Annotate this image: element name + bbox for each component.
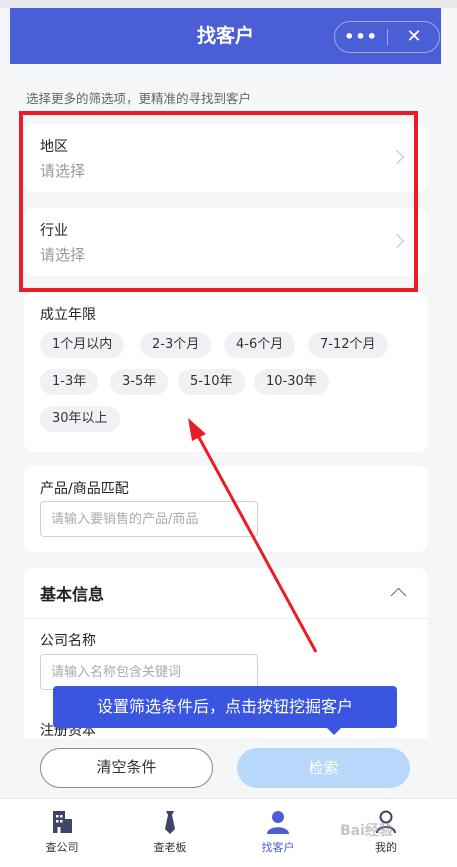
search-button[interactable]: 检索: [237, 748, 410, 788]
industry-value: 请选择: [40, 246, 86, 264]
product-input[interactable]: [41, 502, 257, 536]
region-label: 地区: [40, 139, 68, 155]
industry-field[interactable]: 行业 请选择: [24, 208, 428, 276]
close-icon[interactable]: ✕: [388, 22, 440, 52]
company-name-label: 公司名称: [40, 633, 96, 649]
product-label: 产品/商品匹配: [40, 481, 129, 497]
watermark: Bai经验: [340, 823, 393, 839]
section-divider: [24, 618, 428, 619]
established-option[interactable]: 10-30年: [254, 369, 329, 395]
product-section: 产品/商品匹配: [24, 466, 428, 552]
established-option[interactable]: 30年以上: [40, 406, 120, 432]
established-option[interactable]: 2-3个月: [140, 332, 212, 358]
company-name-input[interactable]: [41, 655, 257, 689]
status-strip: [0, 0, 457, 8]
tab-label: 查公司: [45, 841, 79, 854]
clear-button[interactable]: 清空条件: [40, 748, 213, 788]
guide-tooltip: 设置筛选条件后，点击按钮挖掘客户: [53, 686, 397, 728]
app-header: 找客户 ••• ✕: [10, 8, 441, 64]
tab-label: 找客户: [261, 841, 295, 854]
chevron-right-icon: [389, 233, 405, 249]
tab-boss[interactable]: 查老板: [130, 799, 210, 859]
person-icon: [267, 811, 289, 834]
established-option[interactable]: 3-5年: [110, 369, 169, 395]
product-input-box: [40, 501, 258, 537]
tab-find-customer[interactable]: 找客户: [238, 799, 318, 859]
basic-info-title: 基本信息: [40, 585, 105, 604]
region-value: 请选择: [40, 162, 86, 180]
established-option[interactable]: 4-6个月: [224, 332, 296, 358]
tab-label: 我的: [375, 841, 397, 854]
building-icon: [53, 811, 72, 833]
established-label: 成立年限: [40, 307, 96, 323]
industry-label: 行业: [40, 223, 68, 239]
established-option[interactable]: 5-10年: [178, 369, 245, 395]
established-option[interactable]: 1个月以内: [40, 332, 125, 358]
chevron-up-icon[interactable]: [390, 587, 407, 604]
established-option[interactable]: 1-3年: [40, 369, 99, 395]
company-input-box: [40, 654, 258, 690]
established-section: 成立年限 1个月以内 2-3个月 4-6个月 7-12个月 1-3年 3-5年 …: [24, 292, 428, 452]
more-icon[interactable]: •••: [335, 22, 387, 52]
tab-label: 查老板: [153, 841, 187, 854]
tooltip-tail: [326, 727, 342, 735]
region-field[interactable]: 地区 请选择: [24, 124, 428, 192]
tab-company[interactable]: 查公司: [22, 799, 102, 859]
established-option[interactable]: 7-12个月: [308, 332, 388, 358]
chevron-right-icon: [389, 149, 405, 165]
tie-icon: [165, 811, 175, 834]
filter-hint: 选择更多的筛选项，更精准的寻找到客户: [26, 91, 252, 106]
mini-program-capsule: ••• ✕: [334, 21, 440, 53]
